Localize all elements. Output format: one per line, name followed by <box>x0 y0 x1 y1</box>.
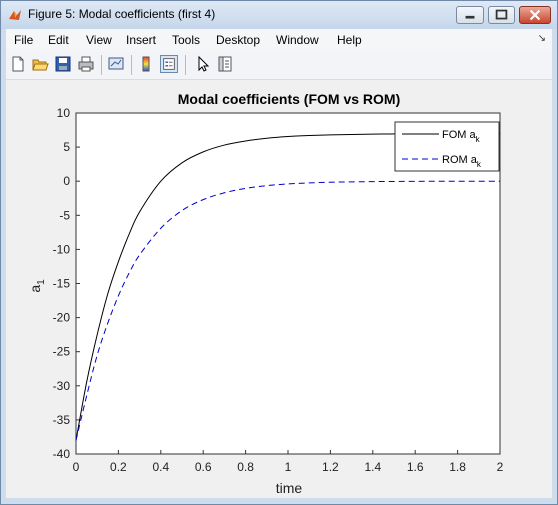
toolbar-separator <box>101 55 102 75</box>
y-tick-label: -25 <box>53 345 71 359</box>
x-tick-label: 1.8 <box>449 460 466 474</box>
x-tick-label: 0.8 <box>237 460 254 474</box>
toolbar-separator <box>131 55 132 75</box>
close-icon <box>529 9 541 21</box>
window-title: Figure 5: Modal coefficients (first 4) <box>28 7 216 21</box>
maximize-button[interactable] <box>488 6 515 24</box>
dock-arrow-icon[interactable]: ↘ <box>538 33 546 44</box>
insert-legend-icon[interactable] <box>160 55 178 73</box>
x-tick-label: 1 <box>285 460 292 474</box>
y-tick-label: -20 <box>53 311 71 325</box>
insert-colorbar-icon[interactable] <box>137 55 155 73</box>
x-tick-label: 2 <box>497 460 504 474</box>
menu-edit[interactable]: Edit <box>48 33 69 47</box>
pointer-icon[interactable] <box>194 55 212 73</box>
link-plot-icon[interactable] <box>107 55 125 73</box>
x-tick-label: 1.2 <box>322 460 339 474</box>
figure-window: Figure 5: Modal coefficients (first 4) F… <box>0 0 558 505</box>
y-tick-label: -5 <box>59 208 70 222</box>
y-tick-label: 5 <box>63 140 70 154</box>
figure-canvas: Modal coefficients (FOM vs ROM) 0 0.2 0.4 0… <box>6 80 552 498</box>
property-inspector-icon[interactable] <box>216 55 234 73</box>
y-tick-label: -35 <box>53 413 71 427</box>
x-tick-label: 0.6 <box>195 460 212 474</box>
menu-insert[interactable]: Insert <box>126 33 156 47</box>
menu-view[interactable]: View <box>86 33 112 47</box>
open-file-icon[interactable] <box>31 55 49 73</box>
menu-desktop[interactable]: Desktop <box>216 33 260 47</box>
save-icon[interactable] <box>54 55 72 73</box>
x-axis-label: time <box>276 480 303 496</box>
x-tick-label: 1.4 <box>364 460 381 474</box>
maximize-icon <box>495 9 508 20</box>
toolbar-separator <box>185 55 186 75</box>
x-tick-label: 0.4 <box>152 460 169 474</box>
chart-title: Modal coefficients (FOM vs ROM) <box>178 91 400 107</box>
legend[interactable]: FOM ak ROM ak <box>394 121 500 172</box>
y-tick-label: -40 <box>53 447 71 461</box>
y-tick-label: -30 <box>53 379 71 393</box>
menu-tools[interactable]: Tools <box>172 33 200 47</box>
new-figure-icon[interactable] <box>9 55 27 73</box>
print-icon[interactable] <box>77 55 95 73</box>
menu-file[interactable]: File <box>14 33 33 47</box>
plot-area[interactable]: Modal coefficients (FOM vs ROM) 0 0.2 0.4 0… <box>6 80 552 498</box>
close-button[interactable] <box>519 6 551 24</box>
minimize-button[interactable] <box>456 6 484 24</box>
svg-text:a1: a1 <box>27 279 47 293</box>
y-tick-label: 0 <box>63 174 70 188</box>
menu-help[interactable]: Help <box>337 33 362 47</box>
toolbar <box>6 51 552 80</box>
menu-window[interactable]: Window <box>276 33 319 47</box>
y-tick-label: 10 <box>57 106 71 120</box>
title-bar[interactable]: Figure 5: Modal coefficients (first 4) <box>1 1 557 29</box>
x-tick-label: 0 <box>73 460 80 474</box>
x-tick-label: 1.6 <box>407 460 424 474</box>
y-tick-label: -10 <box>53 242 71 256</box>
y-tick-label: -15 <box>53 277 71 291</box>
minimize-icon <box>465 15 475 19</box>
x-tick-label: 0.2 <box>110 460 127 474</box>
menu-bar: File Edit View Insert Tools Desktop Wind… <box>6 29 552 51</box>
matlab-logo-icon <box>9 10 21 20</box>
y-axis-label: a1 <box>27 279 47 293</box>
